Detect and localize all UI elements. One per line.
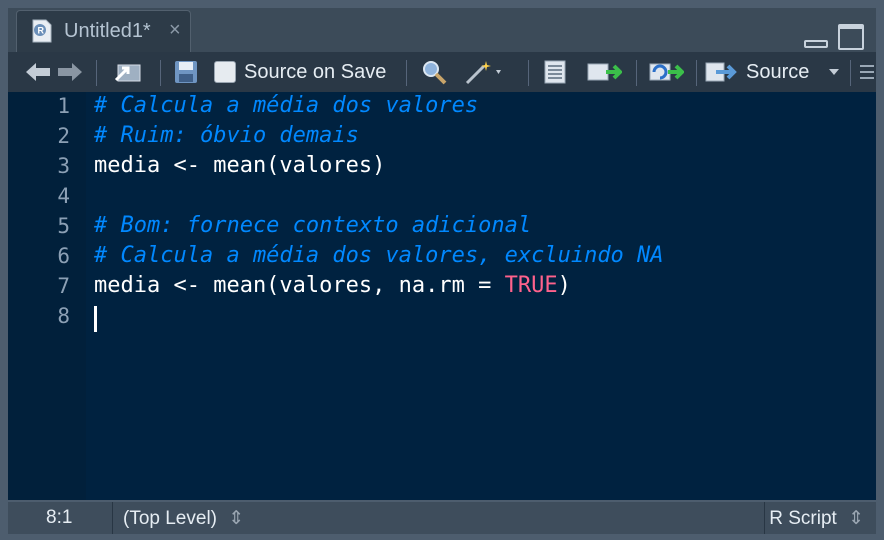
- comment-text: # Calcula a média dos valores, excluindo…: [94, 243, 664, 268]
- chevron-down-icon[interactable]: [827, 67, 841, 77]
- outline-icon: [860, 65, 874, 79]
- updown-chevron-icon: ⇕: [228, 508, 245, 529]
- search-icon: [423, 61, 447, 85]
- show-in-new-window-button[interactable]: [112, 52, 142, 92]
- file-type-selector[interactable]: R Script ⇕: [769, 507, 864, 530]
- toolbar-divider: [636, 60, 637, 86]
- line-number: 3: [57, 154, 70, 178]
- line-number-gutter: 1 2 3 4 5 6 7 8: [8, 92, 86, 500]
- save-icon: [175, 61, 197, 83]
- tab-title: Untitled1*: [64, 20, 151, 42]
- minimize-pane-icon[interactable]: [804, 40, 828, 48]
- toolbar-divider: [406, 60, 407, 86]
- editor-window: R Untitled1* × Source on Save Source 1 2…: [0, 0, 884, 540]
- toolbar-divider: [528, 60, 529, 86]
- comment-text: # Calcula a média dos valores: [94, 93, 479, 118]
- file-type-label: R Script: [769, 508, 837, 529]
- line-number: 7: [57, 274, 70, 298]
- source-icon: [705, 62, 737, 82]
- toolbar-divider: [96, 60, 97, 86]
- r-file-icon: R: [32, 19, 52, 43]
- toolbar-divider: [696, 60, 697, 86]
- code-line[interactable]: media <- mean(valores, na.rm = TRUE): [94, 273, 571, 298]
- tab-bar: R Untitled1* ×: [8, 8, 876, 52]
- toolbar-divider: [850, 60, 851, 86]
- source-label: Source: [746, 60, 810, 83]
- find-replace-button[interactable]: [420, 52, 448, 92]
- comment-text: # Ruim: óbvio demais: [94, 123, 359, 148]
- tab-untitled1[interactable]: R Untitled1* ×: [16, 10, 191, 52]
- source-on-save-label: Source on Save: [244, 60, 387, 83]
- code-line[interactable]: # Calcula a média dos valores: [94, 93, 478, 118]
- updown-chevron-icon: ⇕: [848, 508, 864, 529]
- code-text: media <- mean(valores, na.rm =: [94, 273, 505, 298]
- editor-toolbar: Source on Save Source: [8, 52, 876, 93]
- forward-arrow-icon: [58, 63, 82, 81]
- source-on-save-checkbox[interactable]: [214, 61, 236, 83]
- code-text: media <- mean(valores): [94, 153, 386, 178]
- outline-button[interactable]: [858, 52, 876, 92]
- scope-label: (Top Level): [123, 508, 217, 529]
- compile-report-button[interactable]: [542, 52, 568, 92]
- constant-token: TRUE: [504, 273, 558, 298]
- save-button[interactable]: [174, 52, 198, 92]
- code-tools-button[interactable]: [464, 52, 506, 92]
- code-line[interactable]: media <- mean(valores): [94, 153, 385, 178]
- code-editor[interactable]: 1 2 3 4 5 6 7 8 # Calcula a média dos valores # …: [8, 92, 876, 500]
- status-divider: [764, 502, 765, 534]
- line-number: 5: [57, 214, 70, 238]
- text-cursor: [94, 306, 97, 332]
- line-number: 8: [57, 304, 70, 328]
- line-number: 2: [57, 124, 70, 148]
- code-line[interactable]: # Ruim: óbvio demais: [94, 123, 359, 148]
- comment-text: # Bom: fornece contexto adicional: [94, 213, 532, 238]
- forward-button[interactable]: [56, 52, 84, 92]
- run-lines-button[interactable]: [586, 52, 622, 92]
- rerun-button[interactable]: [648, 52, 684, 92]
- close-icon[interactable]: ×: [169, 19, 181, 42]
- scope-selector[interactable]: (Top Level) ⇕: [123, 507, 244, 530]
- rerun-icon: [649, 63, 684, 81]
- back-button[interactable]: [24, 52, 52, 92]
- back-arrow-icon: [26, 63, 50, 81]
- source-on-save-toggle[interactable]: Source on Save: [214, 52, 386, 92]
- code-line[interactable]: # Calcula a média dos valores, excluindo…: [94, 243, 664, 268]
- status-bar: 8:1 (Top Level) ⇕ R Script ⇕: [8, 502, 876, 534]
- toolbar-divider: [160, 60, 161, 86]
- line-number: 6: [57, 244, 70, 268]
- line-number: 1: [57, 94, 70, 118]
- status-divider: [112, 502, 113, 534]
- code-text: ): [557, 273, 571, 298]
- source-button[interactable]: Source: [704, 52, 841, 92]
- run-lines-icon: [587, 63, 622, 81]
- code-line[interactable]: # Bom: fornece contexto adicional: [94, 213, 531, 238]
- line-number: 4: [57, 184, 70, 208]
- maximize-pane-icon[interactable]: [838, 24, 864, 50]
- compile-report-icon: [544, 60, 566, 84]
- svg-text:R: R: [38, 26, 45, 36]
- show-in-window-icon: [114, 64, 141, 82]
- magic-wand-icon: [465, 61, 501, 85]
- cursor-position: 8:1: [46, 507, 73, 528]
